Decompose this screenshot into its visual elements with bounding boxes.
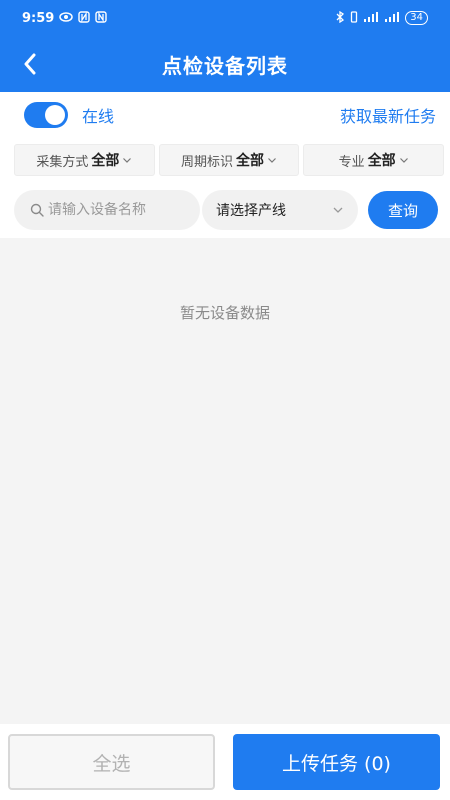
chevron-down-icon: [123, 158, 132, 163]
production-line-select[interactable]: 请选择产线: [202, 190, 358, 230]
eye-icon: [59, 12, 74, 24]
online-toggle-group: 在线: [24, 102, 114, 128]
filter-cycle-flag[interactable]: 周期标识 全部: [158, 144, 300, 176]
query-button[interactable]: 查询: [368, 191, 438, 229]
filter-row: 采集方式 全部 周期标识 全部 专业 全部: [14, 144, 445, 176]
production-line-placeholder: 请选择产线: [216, 203, 286, 219]
select-all-button[interactable]: 全选: [8, 734, 215, 790]
status-bar: 9:59 34: [0, 0, 450, 36]
chevron-down-icon: [268, 158, 276, 163]
status-time: 9:59: [22, 10, 55, 26]
vibrate-icon: [350, 11, 358, 25]
filter-label: 周期标识: [181, 154, 234, 170]
nfc-icon: [78, 11, 91, 25]
toolbar-row: 在线 获取最新任务: [0, 92, 450, 138]
filter-label: 专业: [338, 154, 365, 170]
navigation-bar: 点检设备列表: [0, 36, 450, 92]
filter-label: 采集方式: [36, 154, 89, 170]
filter-specialty[interactable]: 专业 全部: [303, 144, 445, 176]
filter-value: 全部: [367, 153, 396, 169]
search-box[interactable]: [14, 190, 200, 230]
search-row: 请选择产线 查询: [14, 190, 438, 230]
signal-4g-icon: [384, 11, 400, 25]
toggle-knob: [45, 105, 65, 125]
search-icon: [30, 203, 44, 217]
chevron-down-icon: [333, 207, 343, 213]
n-badge-icon: [95, 11, 108, 25]
online-toggle[interactable]: [24, 102, 68, 128]
bottom-action-bar: 全选 上传任务 (0): [0, 724, 450, 800]
filter-panel: 在线 获取最新任务 采集方式 全部 周期标识 全部 专业 全部 请输入设备名称 …: [0, 92, 450, 238]
filter-collection-method[interactable]: 采集方式 全部: [14, 144, 155, 176]
back-button[interactable]: [14, 44, 46, 84]
filter-value: 全部: [236, 153, 265, 169]
bluetooth-icon: [336, 10, 345, 25]
fetch-latest-tasks-link[interactable]: 获取最新任务: [340, 103, 436, 127]
page-title: 点检设备列表: [162, 53, 288, 78]
online-label: 在线: [82, 107, 115, 126]
status-bar-right: 34: [336, 10, 428, 25]
status-bar-left: 9:59: [22, 10, 108, 26]
chevron-down-icon: [399, 158, 408, 163]
signal-icon: [363, 11, 379, 25]
device-name-input[interactable]: [48, 202, 188, 218]
device-list: 暂无设备数据: [0, 238, 450, 724]
filter-value: 全部: [91, 153, 120, 169]
battery-indicator: 34: [405, 11, 428, 25]
upload-tasks-button[interactable]: 上传任务 (0): [233, 734, 440, 790]
empty-state-text: 暂无设备数据: [179, 304, 270, 322]
chevron-left-icon: [24, 53, 36, 75]
